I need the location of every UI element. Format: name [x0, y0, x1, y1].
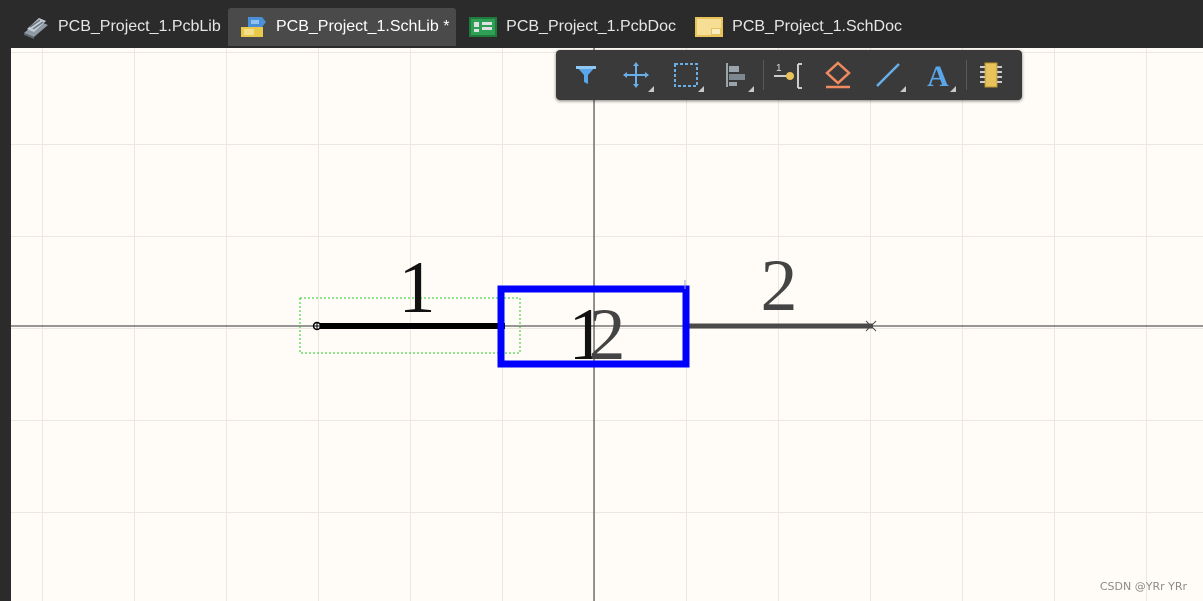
place-text-icon: A: [927, 60, 949, 90]
pin2-name-overlap: 2: [589, 294, 626, 376]
tab-schlib[interactable]: PCB_Project_1.SchLib *: [228, 8, 456, 46]
filter-icon: [576, 66, 596, 84]
toolbar-separator: [763, 60, 764, 90]
schematic-drawing: 1 2 1 2: [11, 48, 1203, 601]
select-rectangle-button[interactable]: [666, 57, 706, 93]
component-icon: [980, 62, 1002, 88]
pin1-designator: 1: [399, 247, 436, 329]
tab-label: PCB_Project_1.PcbLib: [58, 18, 221, 35]
move-button[interactable]: [616, 57, 656, 93]
place-pin-icon: 1: [774, 63, 802, 89]
watermark: CSDN @YRr YRr: [1099, 580, 1187, 593]
align-icon: [726, 63, 745, 87]
svg-text:A: A: [927, 60, 949, 90]
move-icon: [623, 62, 649, 88]
schematic-library-icon: [238, 14, 268, 40]
tab-label: PCB_Project_1.SchDoc: [732, 18, 902, 35]
tab-label: PCB_Project_1.SchLib *: [276, 18, 450, 35]
place-ieee-symbol-icon: [825, 61, 851, 89]
left-panel-edge: [0, 48, 11, 601]
toolbar-separator: [966, 60, 967, 90]
active-bar-toolbar: 1 A: [556, 50, 1022, 100]
place-line-button[interactable]: [868, 57, 908, 93]
tab-schdoc[interactable]: PCB_Project_1.SchDoc: [684, 8, 910, 46]
place-line-icon: [876, 63, 900, 87]
place-pin-button[interactable]: 1: [768, 57, 808, 93]
svg-text:1: 1: [776, 63, 782, 74]
pin2-designator: 2: [761, 245, 798, 327]
place-text-button[interactable]: A: [918, 57, 958, 93]
schematic-canvas[interactable]: 1 2 1 2: [11, 48, 1203, 601]
schematic-document-icon: [694, 14, 724, 40]
select-rectangle-icon: [674, 63, 698, 87]
document-tab-bar: PCB_Project_1.PcbLib PCB_Project_1.SchLi…: [0, 0, 1203, 48]
pcb-document-icon: [468, 14, 498, 40]
component-button[interactable]: [971, 57, 1011, 93]
filter-button[interactable]: [566, 57, 606, 93]
tab-pcbdoc[interactable]: PCB_Project_1.PcbDoc: [458, 8, 684, 46]
place-ieee-symbol-button[interactable]: [818, 57, 858, 93]
pcb-library-icon: [20, 14, 50, 40]
tab-pcblib[interactable]: PCB_Project_1.PcbLib: [10, 8, 224, 46]
tab-label: PCB_Project_1.PcbDoc: [506, 18, 676, 35]
align-button[interactable]: [716, 57, 756, 93]
